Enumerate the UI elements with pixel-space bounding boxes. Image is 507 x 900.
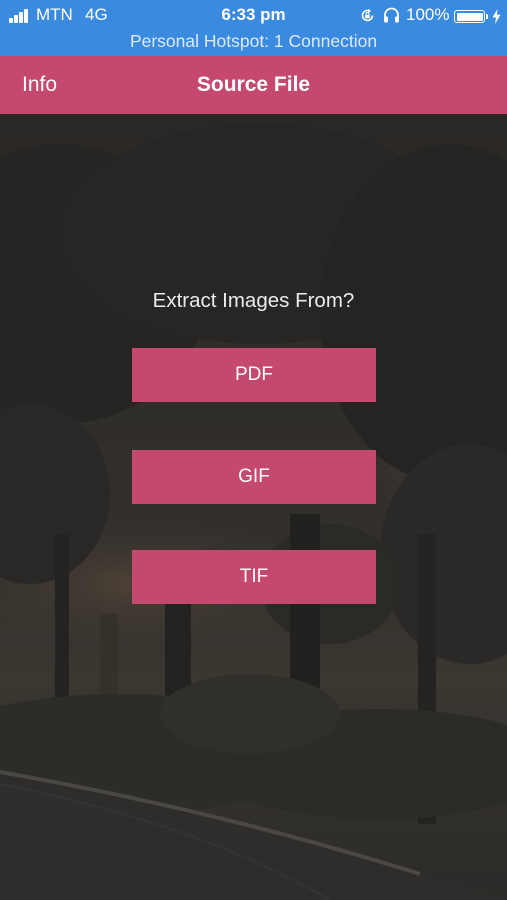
battery-icon: [454, 10, 485, 23]
gif-button[interactable]: GIF: [132, 450, 376, 504]
pdf-button[interactable]: PDF: [132, 348, 376, 402]
hotspot-banner[interactable]: Personal Hotspot: 1 Connection: [0, 30, 507, 52]
extract-prompt: Extract Images From?: [152, 289, 355, 312]
page-title: Source File: [196, 73, 311, 96]
navigation-bar: Source File Info: [0, 56, 507, 114]
status-bar: MTN 4G 6:33 pm 100% Personal Hotspot: 1 …: [0, 0, 507, 56]
background-image: [0, 114, 507, 900]
tif-button[interactable]: TIF: [132, 550, 376, 604]
rotation-lock-icon: [361, 8, 374, 22]
battery-tip: [486, 14, 488, 19]
info-button[interactable]: Info: [22, 56, 57, 114]
battery-percentage: 100%: [406, 5, 450, 24]
headphones-icon: [384, 7, 399, 23]
charging-icon: [492, 9, 501, 24]
